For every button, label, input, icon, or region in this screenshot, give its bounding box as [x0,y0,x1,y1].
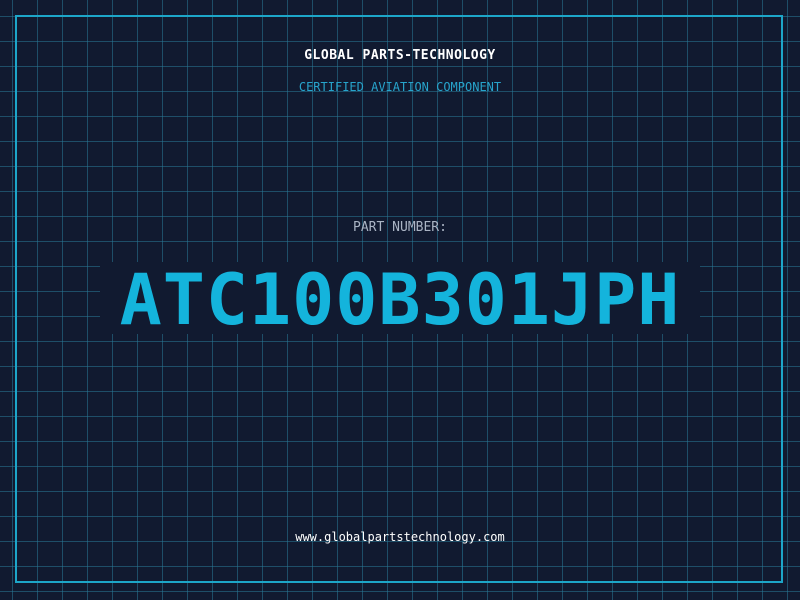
certification-subtitle: CERTIFIED AVIATION COMPONENT [298,80,502,94]
part-number-label: PART NUMBER: [353,220,447,235]
company-name: GLOBAL PARTS-TECHNOLOGY [304,48,496,63]
part-number-value: ATC100B301JPH [119,259,681,341]
website-link[interactable]: www.globalpartstechnology.com [0,530,800,544]
